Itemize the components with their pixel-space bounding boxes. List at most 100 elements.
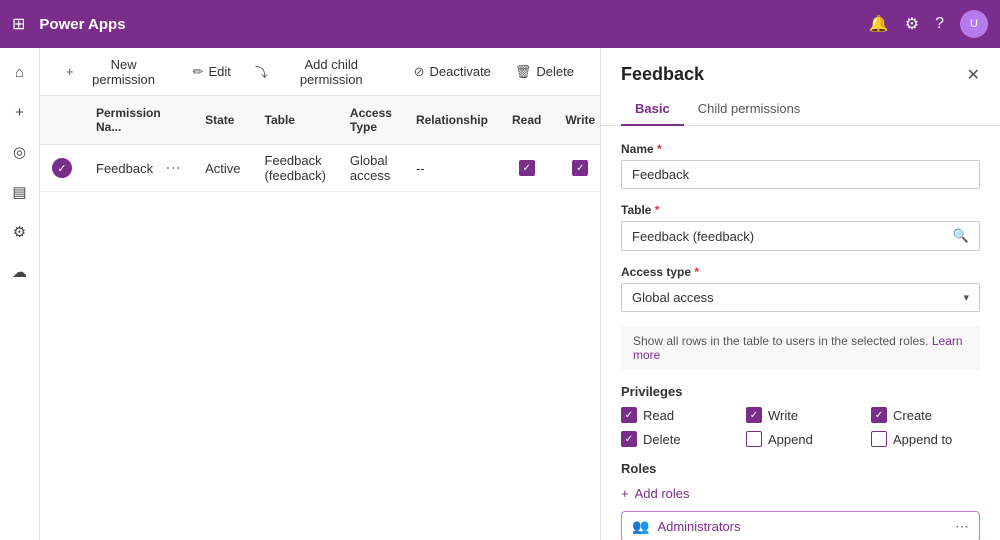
edit-icon: ✏ [193, 64, 204, 80]
content-area: + New permission ✏ Edit ⤵ Add child perm… [40, 48, 600, 540]
priv-write-label: Write [768, 408, 798, 423]
col-write: Write [553, 96, 600, 145]
grid-icon: ⊞ [12, 14, 25, 34]
info-text: Show all rows in the table to users in t… [633, 334, 929, 348]
role-administrators-label: Administrators [657, 519, 740, 534]
delete-button[interactable]: 🗑 Delete [505, 59, 584, 85]
access-type-select[interactable]: Global access ▾ [621, 283, 980, 312]
plus-icon: + [66, 64, 74, 79]
settings-icon[interactable]: ⚙ [905, 14, 919, 34]
sidebar-item-settings[interactable]: ⚙ [4, 216, 36, 248]
notification-icon[interactable]: 🔔 [869, 14, 889, 34]
priv-read-label: Read [643, 408, 674, 423]
permissions-table: Permission Na... State Table Access Type… [40, 96, 600, 192]
row-relationship: -- [404, 145, 500, 192]
role-users-icon: 👥 [632, 518, 649, 535]
panel-body: Name Table Feedback (feedback) 🔍 Access … [601, 126, 1000, 540]
help-icon[interactable]: ? [935, 15, 944, 33]
row-name: Feedback [96, 161, 153, 176]
priv-append-to-checkbox[interactable] [871, 431, 887, 447]
row-state: Active [193, 145, 252, 192]
priv-read: Read [621, 407, 730, 423]
deactivate-icon: ⊘ [414, 64, 425, 80]
roles-title: Roles [621, 461, 980, 476]
topbar: ⊞ Power Apps 🔔 ⚙ ? U [0, 0, 1000, 48]
name-input-wrapper [621, 160, 980, 189]
col-access-type: Access Type [338, 96, 404, 145]
search-icon: 🔍 [953, 228, 969, 244]
access-type-label: Access type [621, 265, 980, 279]
privileges-grid: Read Write Create Delete [621, 407, 980, 447]
priv-create: Create [871, 407, 980, 423]
toolbar: + New permission ✏ Edit ⤵ Add child perm… [40, 48, 600, 96]
table-value: Feedback (feedback) [632, 229, 754, 244]
avatar[interactable]: U [960, 10, 988, 38]
col-relationship: Relationship [404, 96, 500, 145]
col-read: Read [500, 96, 553, 145]
table-row[interactable]: ✓ Feedback ⋯ Active Feedback (feedback) … [40, 145, 600, 192]
privileges-section: Privileges Read Write Create [621, 384, 980, 447]
add-child-icon: ⤵ [255, 62, 268, 81]
table-label: Table [621, 203, 980, 217]
priv-create-label: Create [893, 408, 932, 423]
priv-delete-label: Delete [643, 432, 681, 447]
delete-icon: 🗑 [515, 64, 532, 80]
name-field-group: Name [621, 142, 980, 189]
chevron-down-icon: ▾ [963, 291, 969, 304]
table-area: Permission Na... State Table Access Type… [40, 96, 600, 540]
col-state: State [193, 96, 252, 145]
panel-title: Feedback [621, 64, 704, 85]
name-label: Name [621, 142, 980, 156]
app-title: Power Apps [39, 16, 858, 33]
plus-icon: + [621, 486, 629, 501]
row-name-cell: Feedback ⋯ [96, 158, 181, 178]
new-permission-button[interactable]: + New permission [56, 52, 179, 92]
priv-delete: Delete [621, 431, 730, 447]
sidebar-item-circle[interactable]: ◎ [4, 136, 36, 168]
role-administrators-menu-icon[interactable]: ⋯ [955, 518, 969, 535]
name-input[interactable] [632, 167, 969, 182]
sidebar-item-home[interactable]: ⌂ [4, 56, 36, 88]
priv-append-checkbox[interactable] [746, 431, 762, 447]
main-area: ⌂ + ◎ ▤ ⚙ ☁ + New permission ✏ Edit ⤵ Ad… [0, 48, 1000, 540]
tab-child-permissions[interactable]: Child permissions [684, 93, 815, 126]
panel-tabs: Basic Child permissions [601, 85, 1000, 126]
tab-basic[interactable]: Basic [621, 93, 684, 126]
sidebar-item-cloud[interactable]: ☁ [4, 256, 36, 288]
topbar-icons: 🔔 ⚙ ? U [869, 10, 988, 38]
role-item-administrators: 👥 Administrators ⋯ [621, 511, 980, 540]
priv-append-label: Append [768, 432, 813, 447]
row-table: Feedback (feedback) [253, 145, 338, 192]
row-access-type: Global access [338, 145, 404, 192]
col-permission-name: Permission Na... [84, 96, 193, 145]
priv-create-checkbox[interactable] [871, 407, 887, 423]
deactivate-button[interactable]: ⊘ Deactivate [404, 59, 501, 85]
priv-write: Write [746, 407, 855, 423]
panel-close-button[interactable]: ✕ [967, 65, 980, 85]
info-box: Show all rows in the table to users in t… [621, 326, 980, 370]
priv-delete-checkbox[interactable] [621, 431, 637, 447]
add-child-permission-button[interactable]: ⤵ Add child permission [245, 52, 400, 92]
edit-button[interactable]: ✏ Edit [183, 59, 241, 85]
sidebar-item-table[interactable]: ▤ [4, 176, 36, 208]
privileges-title: Privileges [621, 384, 980, 399]
right-panel: Feedback ✕ Basic Child permissions Name … [600, 48, 1000, 540]
access-type-value: Global access [632, 290, 714, 305]
sidebar-item-add[interactable]: + [4, 96, 36, 128]
priv-append-to-label: Append to [893, 432, 952, 447]
priv-append: Append [746, 431, 855, 447]
row-write-checkbox [565, 160, 595, 176]
priv-read-checkbox[interactable] [621, 407, 637, 423]
priv-write-checkbox[interactable] [746, 407, 762, 423]
table-input-wrapper[interactable]: Feedback (feedback) 🔍 [621, 221, 980, 251]
panel-header: Feedback ✕ [601, 48, 1000, 85]
row-menu-icon[interactable]: ⋯ [165, 158, 181, 178]
roles-section: Roles + Add roles 👥 Administrators ⋯ [621, 461, 980, 540]
col-table: Table [253, 96, 338, 145]
add-roles-button[interactable]: + Add roles [621, 484, 690, 503]
row-read-checkbox [512, 160, 541, 176]
table-field-group: Table Feedback (feedback) 🔍 [621, 203, 980, 251]
row-status-icon: ✓ [52, 158, 72, 178]
access-type-field-group: Access type Global access ▾ [621, 265, 980, 312]
sidebar: ⌂ + ◎ ▤ ⚙ ☁ [0, 48, 40, 540]
